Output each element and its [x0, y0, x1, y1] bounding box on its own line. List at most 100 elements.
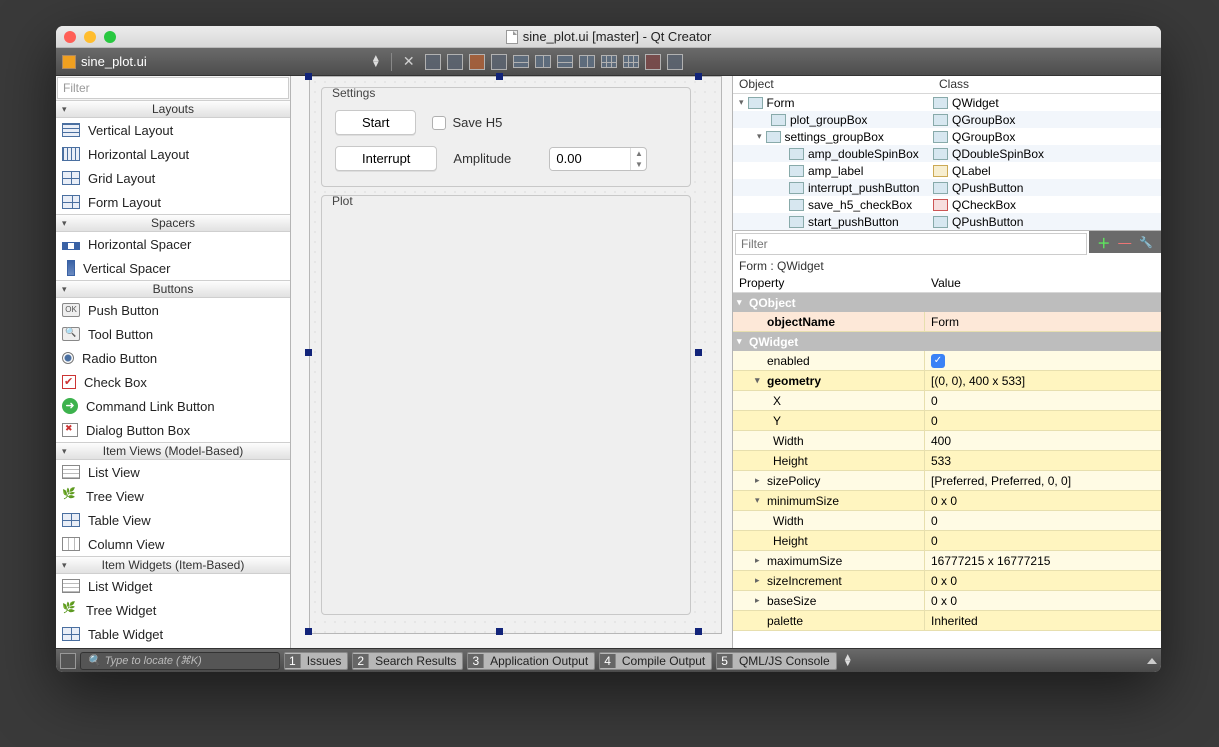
output-tab[interactable]: 5QML/JS Console [716, 652, 836, 670]
add-property-icon[interactable]: ＋ [1097, 233, 1110, 252]
property-row[interactable]: ▸sizePolicy[Preferred, Preferred, 0, 0] [733, 471, 1161, 491]
widgetbox-item[interactable]: Tree View [56, 484, 290, 508]
expand-output-icon[interactable] [1147, 658, 1157, 664]
widgetbox-item[interactable]: Tool Button [56, 322, 290, 346]
zoom-icon[interactable] [104, 31, 116, 43]
object-inspector-row[interactable]: FormQWidget [733, 94, 1161, 111]
widgetbox-item[interactable]: Tree Widget [56, 598, 290, 622]
property-row[interactable]: Width400 [733, 431, 1161, 451]
widgetbox-item[interactable]: Table Widget [56, 622, 290, 646]
property-row[interactable]: Y0 [733, 411, 1161, 431]
oi-col-class[interactable]: Class [933, 76, 1161, 93]
spinbox-arrows[interactable]: ▲▼ [630, 148, 646, 170]
property-row[interactable]: ▸baseSize0 x 0 [733, 591, 1161, 611]
property-row[interactable]: enabled✓ [733, 351, 1161, 371]
resize-handle[interactable] [695, 73, 702, 80]
start-button[interactable]: Start [335, 110, 416, 135]
property-row[interactable]: ▸maximumSize16777215 x 16777215 [733, 551, 1161, 571]
resize-handle[interactable] [305, 349, 312, 356]
property-row[interactable]: objectNameForm [733, 312, 1161, 332]
object-inspector-row[interactable]: save_h5_checkBoxQCheckBox [733, 196, 1161, 213]
output-pane-icon[interactable] [60, 653, 76, 669]
widgetbox-item[interactable]: Vertical Layout [56, 118, 290, 142]
close-file-icon[interactable]: ✕ [400, 53, 418, 71]
save-h5-checkbox[interactable] [432, 116, 446, 130]
widgetbox-item[interactable]: Horizontal Spacer [56, 232, 290, 256]
output-tab[interactable]: 4Compile Output [599, 652, 712, 670]
remove-property-icon[interactable]: — [1118, 235, 1131, 250]
output-tab[interactable]: 3Application Output [467, 652, 595, 670]
form-background[interactable]: Settings Start Save H5 Interrupt Amplitu… [309, 76, 722, 634]
resize-handle[interactable] [695, 349, 702, 356]
widgetbox-item[interactable]: Table View [56, 508, 290, 532]
object-inspector-row[interactable]: plot_groupBoxQGroupBox [733, 111, 1161, 128]
open-file-tab[interactable]: sine_plot.ui [62, 54, 147, 69]
property-row[interactable]: Height533 [733, 451, 1161, 471]
widgetbox-section[interactable]: Layouts [56, 100, 290, 118]
property-filter-input[interactable] [736, 237, 1086, 251]
oi-col-object[interactable]: Object [733, 76, 933, 93]
object-inspector-row[interactable]: amp_doubleSpinBoxQDoubleSpinBox [733, 145, 1161, 162]
object-inspector-row[interactable]: interrupt_pushButtonQPushButton [733, 179, 1161, 196]
edit-signals-icon[interactable] [447, 54, 463, 70]
widgetbox-section[interactable]: Item Widgets (Item-Based) [56, 556, 290, 574]
layout-grid-icon[interactable] [601, 55, 617, 68]
pe-col-value[interactable]: Value [925, 275, 1161, 292]
widgetbox-section[interactable]: Buttons [56, 280, 290, 298]
property-body[interactable]: QObjectobjectNameFormQWidgetenabled✓▾geo… [733, 293, 1161, 648]
amplitude-spinbox[interactable]: ▲▼ [549, 147, 647, 171]
close-icon[interactable] [64, 31, 76, 43]
object-inspector-body[interactable]: FormQWidgetplot_groupBoxQGroupBoxsetting… [733, 94, 1161, 230]
property-group[interactable]: QWidget [733, 332, 1161, 351]
widgetbox-item[interactable]: Column View [56, 532, 290, 556]
adjust-size-icon[interactable] [667, 54, 683, 70]
layout-horiz-splitter-icon[interactable] [557, 55, 573, 68]
widgetbox-item[interactable]: Horizontal Layout [56, 142, 290, 166]
layout-vert-splitter-icon[interactable] [579, 55, 595, 68]
break-layout-icon[interactable] [645, 54, 661, 70]
output-tab[interactable]: 2Search Results [352, 652, 463, 670]
widgetbox-item[interactable]: Vertical Spacer [56, 256, 290, 280]
resize-handle[interactable] [305, 628, 312, 635]
pe-col-property[interactable]: Property [733, 275, 925, 292]
property-row[interactable]: ▾geometry[(0, 0), 400 x 533] [733, 371, 1161, 391]
design-canvas[interactable]: Settings Start Save H5 Interrupt Amplitu… [291, 76, 733, 648]
resize-handle[interactable] [305, 73, 312, 80]
property-row[interactable]: ▾minimumSize0 x 0 [733, 491, 1161, 511]
widgetbox-section[interactable]: Item Views (Model-Based) [56, 442, 290, 460]
property-row[interactable]: ▸sizeIncrement0 x 0 [733, 571, 1161, 591]
widgetbox-item[interactable]: List Widget [56, 574, 290, 598]
widgetbox-filter[interactable]: Filter [57, 77, 289, 99]
interrupt-button[interactable]: Interrupt [335, 146, 437, 171]
widgetbox-item[interactable]: Radio Button [56, 346, 290, 370]
minimize-icon[interactable] [84, 31, 96, 43]
output-tabs-more[interactable]: ▲▼ [841, 655, 855, 667]
resize-handle[interactable] [496, 628, 503, 635]
resize-handle[interactable] [695, 628, 702, 635]
output-tab[interactable]: 1Issues [284, 652, 348, 670]
edit-buddies-icon[interactable] [469, 54, 485, 70]
settings-icon[interactable]: 🔧 [1139, 236, 1153, 249]
property-group[interactable]: QObject [733, 293, 1161, 312]
widgetbox-item[interactable]: List View [56, 460, 290, 484]
locator-input[interactable]: 🔍 Type to locate (⌘K) [80, 652, 280, 670]
widgetbox-item[interactable]: ➜Command Link Button [56, 394, 290, 418]
settings-groupbox[interactable]: Settings Start Save H5 Interrupt Amplitu… [321, 87, 691, 187]
property-row[interactable]: paletteInherited [733, 611, 1161, 631]
widgetbox-item[interactable]: Dialog Button Box [56, 418, 290, 442]
widgetbox-item[interactable]: Grid Layout [56, 166, 290, 190]
property-row[interactable]: Height0 [733, 531, 1161, 551]
widgetbox-item[interactable]: Form Layout [56, 190, 290, 214]
edit-tab-order-icon[interactable] [491, 54, 507, 70]
widgetbox-list[interactable]: LayoutsVertical LayoutHorizontal LayoutG… [56, 100, 290, 648]
widgetbox-item[interactable]: OKPush Button [56, 298, 290, 322]
layout-form-icon[interactable] [623, 55, 639, 68]
property-filter[interactable] [735, 233, 1087, 255]
widgetbox-item[interactable]: Check Box [56, 370, 290, 394]
resize-handle[interactable] [496, 73, 503, 80]
amplitude-value[interactable] [550, 148, 630, 170]
plot-groupbox[interactable]: Plot [321, 195, 691, 615]
file-dropdown-icon[interactable]: ▲▼ [369, 56, 383, 68]
layout-horiz-icon[interactable] [513, 55, 529, 68]
object-inspector-row[interactable]: amp_labelQLabel [733, 162, 1161, 179]
